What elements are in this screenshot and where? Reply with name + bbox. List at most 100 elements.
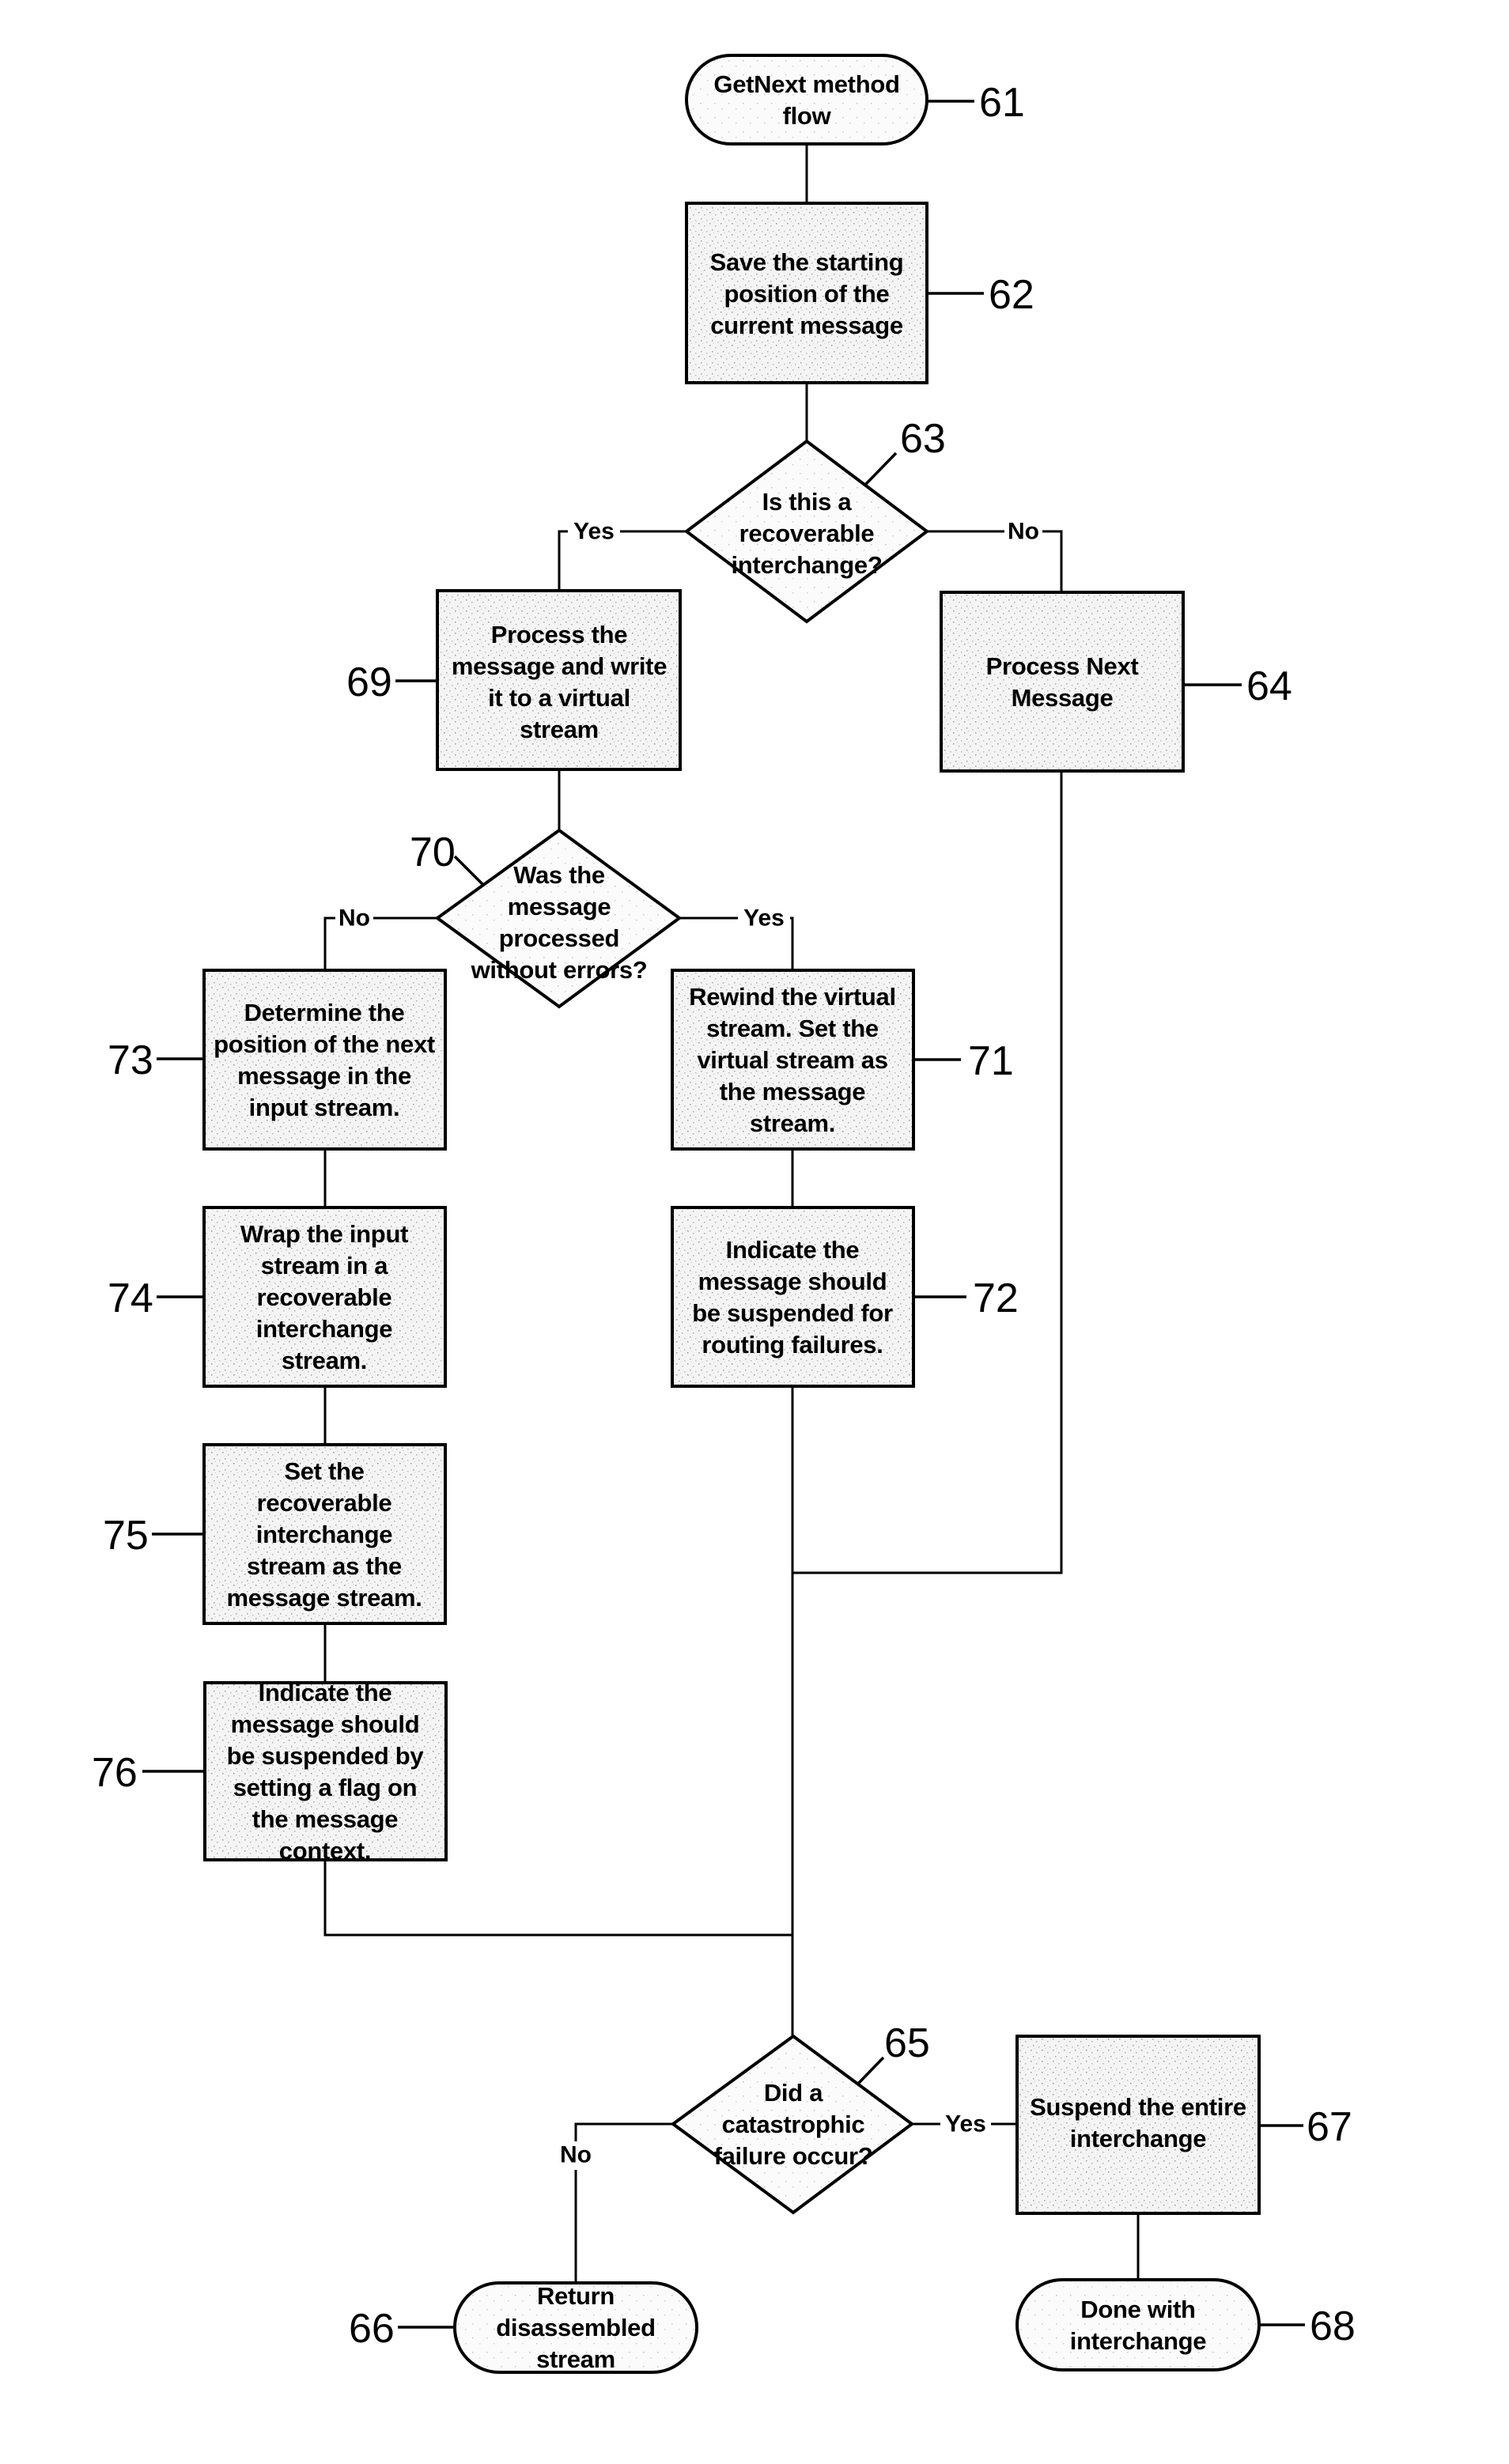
process-box [671, 1206, 915, 1388]
node-text-line: current message [710, 312, 903, 339]
ref-numeral-76: 76 [92, 1750, 138, 1796]
node-73: Determine the position of the next message… [202, 969, 447, 1151]
node-text-line: stream [536, 2345, 615, 2373]
ref-numeral-64: 64 [1246, 663, 1292, 709]
node-text-line: interchange [256, 1315, 392, 1343]
node-text-line: Rewind the virtual [689, 983, 896, 1011]
node-64: Process Next Message [940, 591, 1185, 773]
connector-76-65 [323, 1860, 792, 1937]
node-70: Was the message processed without errors? [434, 828, 683, 1009]
node-text-line: be suspended for [692, 1299, 893, 1327]
node-text-line: disassembled [496, 2314, 655, 2341]
node-text-line: failure occur? [714, 2142, 873, 2170]
node-text-line: it to a virtual [488, 684, 630, 712]
process-box [202, 969, 447, 1151]
ref-numeral-65: 65 [884, 2020, 930, 2066]
node-text-line: the message [720, 1078, 866, 1105]
node-text-line: setting a flag on [233, 1774, 418, 1801]
node-68: Done with interchange [1015, 2278, 1261, 2371]
ref-numeral-61: 61 [979, 80, 1025, 126]
ref-numeral-74: 74 [108, 1275, 153, 1321]
node-61: GetNext method flow [685, 54, 928, 145]
edge-label-yes: Yes [573, 519, 615, 545]
terminal-start [685, 54, 928, 145]
node-text-line: message should [698, 1268, 887, 1295]
node-text-line: stream. [750, 1109, 835, 1137]
node-text-line: Determine the [244, 999, 405, 1026]
edge-label-yes: Yes [945, 2111, 986, 2137]
node-75: Set the recoverable interchange stream as t… [202, 1443, 447, 1625]
node-text-line: input stream. [249, 1094, 400, 1121]
ref-numeral-72: 72 [973, 1275, 1019, 1321]
terminal-done [1015, 2278, 1261, 2371]
node-text-line: stream. [282, 1347, 367, 1374]
ref-leader-65 [857, 2056, 885, 2085]
node-76: Indicate the message should be suspended b… [203, 1679, 448, 1865]
node-text-line: recoverable [257, 1283, 392, 1311]
node-text-line: Message [1012, 684, 1114, 712]
node-text-line: stream as the [247, 1552, 402, 1580]
node-text-line: interchange? [731, 551, 882, 579]
node-74: Wrap the input stream in a recoverable inte… [202, 1206, 447, 1388]
node-text-line: GetNext method [713, 70, 899, 98]
node-text-line: Indicate the [259, 1679, 392, 1706]
node-72: Indicate the message should be suspended f… [671, 1206, 915, 1388]
node-67: Suspend the entire interchange [1015, 2035, 1261, 2215]
node-62: Save the starting position of the current … [685, 202, 928, 384]
node-text-line: without errors? [471, 956, 648, 984]
node-text-line: processed [499, 924, 619, 952]
node-text-line: context. [279, 1837, 371, 1865]
ref-numeral-68: 68 [1310, 2303, 1356, 2349]
node-text-line: position of the [724, 280, 889, 308]
node-text-line: flow [783, 102, 832, 130]
edge-label-no: No [338, 905, 370, 932]
node-text-line: message [508, 893, 611, 920]
ref-numeral-69: 69 [346, 659, 392, 705]
ref-numeral-73: 73 [108, 1037, 153, 1083]
edge-label-no: No [1008, 519, 1039, 545]
ref-numeral-62: 62 [989, 272, 1034, 318]
node-text-line: message and write [452, 652, 667, 680]
node-text-line: stream in a [261, 1252, 388, 1279]
node-text-line: Suspend the entire [1030, 2093, 1246, 2121]
ref-numeral-67: 67 [1307, 2104, 1352, 2150]
ref-numeral-71: 71 [968, 1038, 1014, 1084]
ref-leader-63 [864, 452, 898, 486]
flowchart: Yes No No Yes No Yes GetNext method flow … [92, 54, 1356, 2374]
process-box [940, 591, 1185, 773]
connector-64-65 [792, 771, 1063, 1574]
node-text-line: interchange [1070, 2327, 1206, 2355]
node-63: Is this a recoverable interchange? [683, 439, 930, 624]
node-text-line: message in the [237, 1062, 411, 1090]
node-text-line: the message [252, 1805, 399, 1833]
node-text-line: be suspended by [227, 1742, 425, 1770]
node-62-text: Save the starting position of the current … [710, 248, 904, 339]
ref-numeral-75: 75 [103, 1513, 149, 1559]
node-text-line: Indicate the [726, 1236, 860, 1264]
node-text-line: recoverable [739, 520, 875, 547]
node-text-line: routing failures. [702, 1331, 883, 1359]
ref-numeral-63: 63 [900, 416, 946, 462]
node-text-line: message should [231, 1710, 420, 1738]
node-text-line: message stream. [226, 1584, 422, 1612]
ref-numeral-70: 70 [410, 830, 456, 875]
node-text-line: Done with [1080, 2296, 1195, 2323]
process-box [203, 1681, 448, 1861]
node-text-line: position of the next [214, 1030, 435, 1058]
edge-label-no: No [560, 2142, 592, 2168]
node-65: Did a catastrophic failure occur? [670, 2034, 915, 2215]
node-text-line: Process Next [986, 652, 1139, 680]
node-text-line: catastrophic [722, 2111, 865, 2138]
node-text-line: Wrap the input [240, 1220, 408, 1248]
node-text-line: recoverable [257, 1489, 392, 1517]
node-text-line: stream. Set the [706, 1015, 879, 1042]
node-66: Return disassembled stream [453, 2281, 698, 2374]
node-71: Rewind the virtual stream. Set the virtual… [671, 969, 915, 1151]
node-text-line: Is this a [762, 488, 853, 516]
node-text-line: Save the starting [710, 248, 904, 276]
node-text-line: Did a [764, 2079, 823, 2107]
node-text-line: virtual stream as [697, 1046, 887, 1074]
ref-leader-70 [453, 855, 486, 887]
node-text-line: Process the [491, 621, 628, 648]
node-text-line: interchange [1070, 2125, 1206, 2152]
